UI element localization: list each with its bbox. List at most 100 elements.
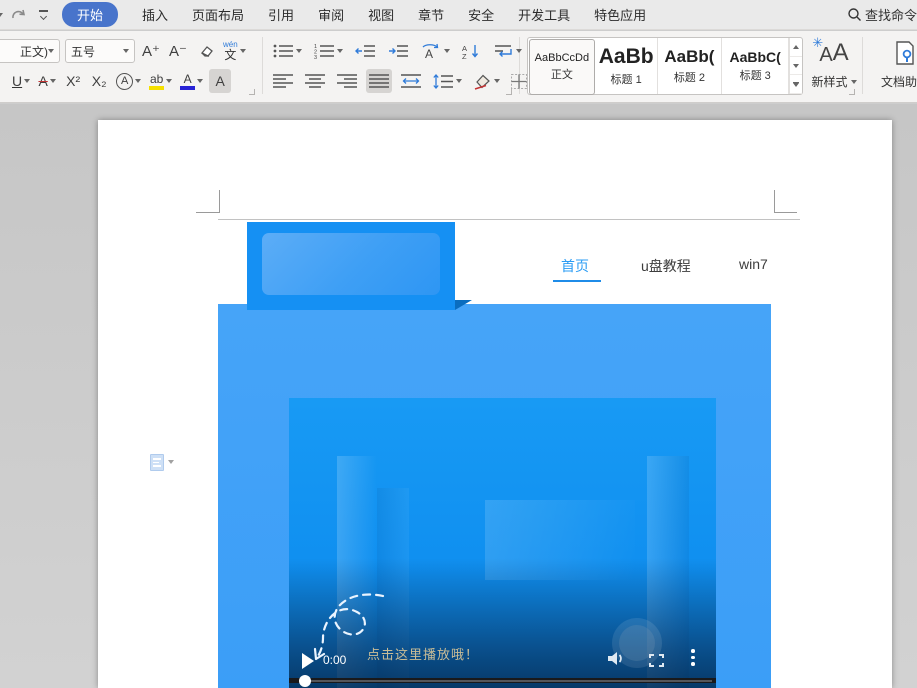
justify-icon bbox=[368, 73, 390, 89]
webpage-nav-active-underline bbox=[553, 280, 601, 282]
decrease-indent-button[interactable] bbox=[352, 39, 378, 63]
menu-tab-security[interactable]: 安全 bbox=[468, 5, 494, 24]
menu-tab-home[interactable]: 开始 bbox=[62, 2, 118, 27]
shrink-font-button[interactable]: A⁻ bbox=[167, 39, 189, 63]
grow-font-button[interactable]: A⁺ bbox=[140, 39, 162, 63]
justify-button[interactable] bbox=[366, 69, 392, 93]
document-page[interactable]: 首页 u盘教程 win7 0:00 点 bbox=[98, 120, 892, 688]
logo-fold-shadow bbox=[455, 300, 472, 310]
video-time: 0:00 bbox=[323, 653, 346, 667]
eraser-icon bbox=[196, 43, 214, 59]
svg-text:A: A bbox=[425, 47, 433, 60]
paragraph-layout-button[interactable] bbox=[490, 39, 524, 63]
text-effects-button[interactable]: A bbox=[114, 69, 143, 93]
ribbon-toolbar: 正文) 五号 A⁺ A⁻ wén文 U A X² X₂ bbox=[0, 31, 917, 103]
redo-icon[interactable] bbox=[11, 8, 27, 22]
decrease-indent-icon bbox=[354, 43, 376, 59]
line-spacing-button[interactable] bbox=[430, 69, 464, 93]
increase-indent-icon bbox=[387, 43, 409, 59]
text-boundary-mark-right bbox=[774, 212, 797, 213]
document-workspace: 首页 u盘教程 win7 0:00 点 bbox=[0, 104, 917, 688]
character-shading-button[interactable]: A bbox=[209, 69, 231, 93]
doc-assistant-button[interactable]: 文档助手 bbox=[874, 39, 917, 90]
group-separator bbox=[862, 37, 863, 94]
font-size-combobox[interactable]: 五号 bbox=[65, 39, 135, 63]
text-boundary-mark-left bbox=[219, 190, 220, 213]
menu-tab-page-layout[interactable]: 页面布局 bbox=[192, 5, 244, 24]
video-progress-handle bbox=[299, 675, 311, 687]
collapse-ribbon-icon[interactable] bbox=[39, 10, 48, 19]
paste-options-icon bbox=[150, 454, 164, 471]
subscript-button[interactable]: X₂ bbox=[88, 69, 110, 93]
svg-text:Z: Z bbox=[462, 52, 467, 60]
play-button-icon bbox=[302, 653, 314, 669]
video-progress-bar bbox=[289, 678, 716, 683]
shading-button[interactable] bbox=[470, 69, 502, 93]
sort-az-icon: A Z bbox=[461, 43, 481, 60]
style-heading-2[interactable]: AaBb( 标题 2 bbox=[658, 38, 723, 94]
pinyin-guide-button[interactable]: wén文 bbox=[221, 39, 248, 63]
menu-tab-insert[interactable]: 插入 bbox=[142, 5, 168, 24]
find-command-label: 查找命令 bbox=[865, 5, 917, 24]
font-name-combobox[interactable]: 正文) bbox=[0, 39, 60, 63]
menu-tab-special-apps[interactable]: 特色应用 bbox=[594, 5, 646, 24]
text-boundary-mark-right bbox=[774, 190, 775, 213]
svg-text:3: 3 bbox=[314, 55, 317, 59]
group-separator bbox=[262, 37, 263, 94]
menu-tab-view[interactable]: 视图 bbox=[368, 5, 394, 24]
styles-scroll-down[interactable] bbox=[790, 57, 802, 76]
wps-writer-window: 开始 插入 页面布局 引用 审阅 视图 章节 安全 开发工具 特色应用 查找命令… bbox=[0, 0, 917, 688]
style-heading-3[interactable]: AaBbC( 标题 3 bbox=[722, 38, 789, 94]
content-top-line bbox=[218, 219, 800, 220]
fullscreen-icon bbox=[649, 654, 664, 667]
menu-tab-dev-tools[interactable]: 开发工具 bbox=[518, 5, 570, 24]
style-heading-1[interactable]: AaBb 标题 1 bbox=[596, 38, 658, 94]
underline-button[interactable]: U bbox=[10, 69, 32, 93]
video-player: 0:00 点击这里播放哦！ bbox=[289, 398, 716, 688]
webpage-nav-win7: win7 bbox=[739, 256, 768, 272]
styles-scrollbar bbox=[789, 38, 802, 94]
bullet-list-icon bbox=[272, 43, 294, 59]
align-center-icon bbox=[304, 73, 326, 89]
font-size-value: 五号 bbox=[71, 43, 123, 60]
undo-dropdown-icon[interactable] bbox=[0, 13, 3, 17]
numbered-list-button[interactable]: 1 2 3 bbox=[311, 39, 345, 63]
align-left-button[interactable] bbox=[270, 69, 296, 93]
webpage-logo-block bbox=[247, 222, 455, 310]
styles-gallery-expand[interactable] bbox=[790, 75, 802, 94]
distribute-icon bbox=[400, 73, 422, 89]
more-options-icon bbox=[691, 649, 695, 669]
new-style-button[interactable]: ✳ AA 新样式 bbox=[808, 39, 860, 90]
sort-button[interactable]: A Z bbox=[459, 39, 483, 63]
bullet-list-button[interactable] bbox=[270, 39, 304, 63]
font-name-value: 正文) bbox=[0, 43, 48, 60]
superscript-button[interactable]: X² bbox=[62, 69, 84, 93]
distribute-button[interactable] bbox=[398, 69, 424, 93]
doc-assistant-icon bbox=[894, 39, 916, 67]
paste-options-button[interactable] bbox=[150, 454, 174, 471]
align-left-icon bbox=[272, 73, 294, 89]
borders-icon bbox=[510, 73, 528, 90]
new-style-icon: ✳ AA bbox=[819, 39, 848, 67]
align-center-button[interactable] bbox=[302, 69, 328, 93]
numbered-list-icon: 1 2 3 bbox=[313, 43, 335, 59]
highlight-color-button[interactable]: ab bbox=[147, 69, 174, 93]
text-boundary-mark-left bbox=[196, 212, 219, 213]
text-direction-button[interactable]: A bbox=[418, 39, 452, 63]
style-normal[interactable]: AaBbCcDd 正文 bbox=[529, 39, 595, 95]
paint-bucket-icon bbox=[472, 73, 492, 90]
clear-format-button[interactable] bbox=[194, 39, 216, 63]
align-right-button[interactable] bbox=[334, 69, 360, 93]
line-spacing-icon bbox=[432, 73, 454, 90]
font-color-button[interactable]: A bbox=[178, 69, 205, 93]
find-command[interactable]: 查找命令 bbox=[847, 5, 917, 24]
menu-tab-review[interactable]: 审阅 bbox=[318, 5, 344, 24]
styles-scroll-up[interactable] bbox=[790, 38, 802, 57]
group-corner-mark bbox=[249, 89, 255, 95]
menu-tab-section[interactable]: 章节 bbox=[418, 5, 444, 24]
menu-bar: 开始 插入 页面布局 引用 审阅 视图 章节 安全 开发工具 特色应用 查找命令 bbox=[0, 0, 917, 30]
menu-tab-references[interactable]: 引用 bbox=[268, 5, 294, 24]
strikethrough-button[interactable]: A bbox=[36, 69, 58, 93]
increase-indent-button[interactable] bbox=[385, 39, 411, 63]
video-progress-track bbox=[303, 680, 712, 682]
